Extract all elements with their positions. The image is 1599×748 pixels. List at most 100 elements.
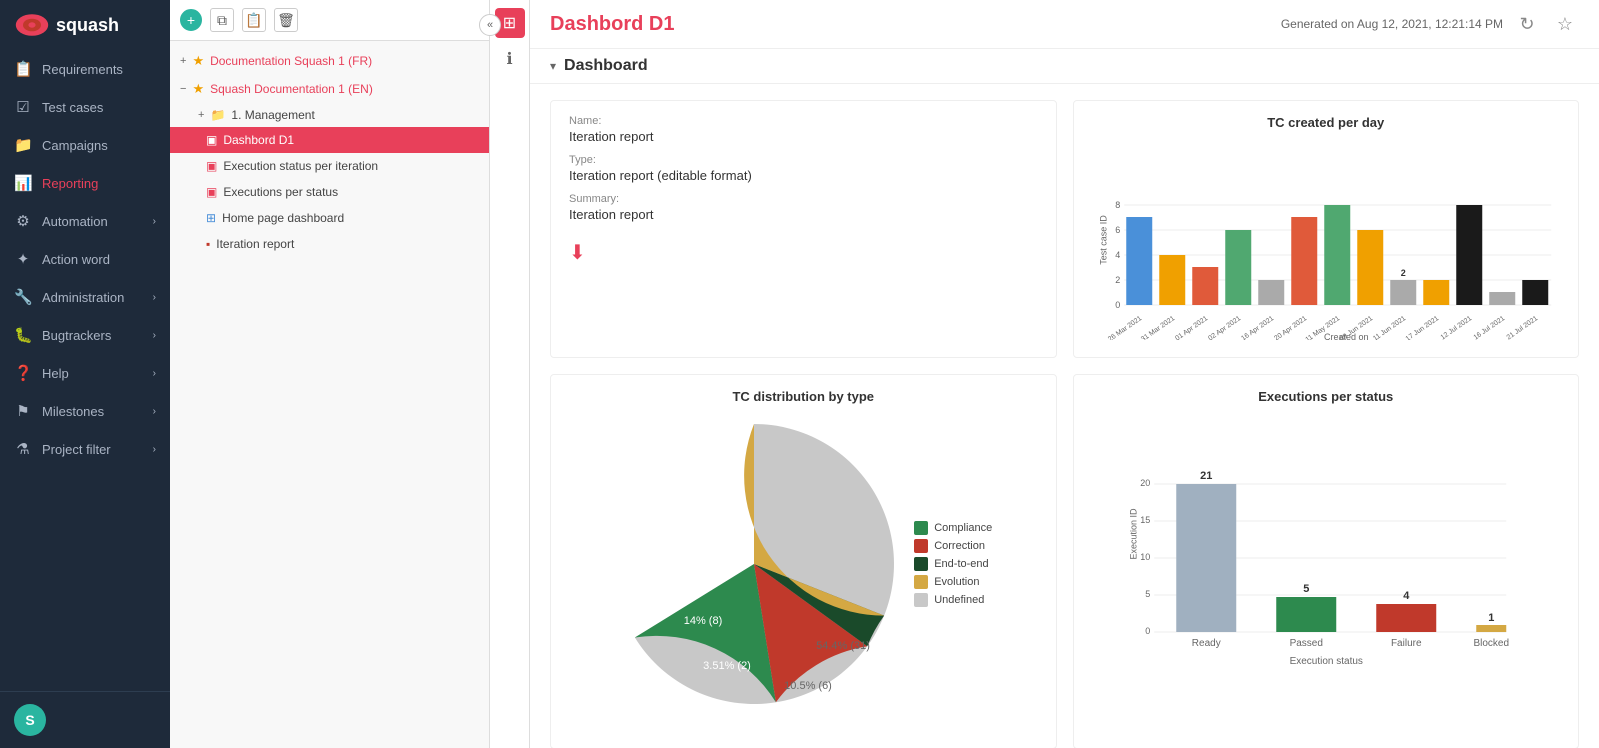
- svg-text:20: 20: [1140, 478, 1150, 488]
- tree-add-button[interactable]: +: [180, 9, 202, 31]
- home-icon-dashboard: ⊞: [206, 211, 216, 225]
- administration-icon: 🔧: [14, 288, 32, 306]
- sidebar: squash 📋 Requirements ☑ Test cases 📁 Cam…: [0, 0, 170, 748]
- type-label: Type:: [569, 154, 1038, 166]
- svg-text:6: 6: [1235, 218, 1240, 228]
- svg-text:31 Mar 2021: 31 Mar 2021: [1140, 315, 1176, 340]
- action-word-icon: ✦: [14, 250, 32, 268]
- info-row-type: Type: Iteration report (editable format): [569, 154, 1038, 183]
- sidebar-item-campaigns[interactable]: 📁 Campaigns: [0, 126, 170, 164]
- refresh-button[interactable]: ↻: [1513, 10, 1541, 38]
- section-chevron[interactable]: ▾: [550, 59, 556, 73]
- sidebar-item-project-filter[interactable]: ⚗ Project filter ›: [0, 430, 170, 468]
- tc-distribution-chart: TC distribution by type: [550, 374, 1057, 748]
- star-icon-proj1: ★: [192, 53, 204, 69]
- info-row-name: Name: Iteration report: [569, 115, 1038, 144]
- svg-text:16 Jul 2021: 16 Jul 2021: [1472, 315, 1506, 340]
- name-label: Name:: [569, 115, 1038, 127]
- tree-paste-button[interactable]: 📋: [242, 8, 266, 32]
- report-name-iteration: Iteration report: [216, 237, 294, 251]
- administration-arrow: ›: [153, 292, 156, 303]
- tree-copy-button[interactable]: ⧉: [210, 8, 234, 32]
- sidebar-item-automation[interactable]: ⚙ Automation ›: [0, 202, 170, 240]
- sidebar-item-help[interactable]: ❓ Help ›: [0, 354, 170, 392]
- sidebar-label-automation: Automation: [42, 214, 108, 229]
- squash-logo-icon: [14, 11, 50, 39]
- svg-text:2: 2: [1268, 268, 1273, 278]
- reporting-icon: 📊: [14, 174, 32, 192]
- svg-text:Test case ID: Test case ID: [1098, 215, 1108, 265]
- svg-text:8: 8: [1334, 193, 1339, 203]
- tree-project-fr[interactable]: + ★ Documentation Squash 1 (FR): [170, 47, 489, 75]
- tree-item-executions-per-status[interactable]: ▣ Executions per status: [170, 179, 489, 205]
- svg-text:5: 5: [1303, 583, 1309, 595]
- svg-text:1: 1: [1488, 612, 1494, 624]
- svg-text:14% (8): 14% (8): [684, 615, 723, 627]
- tree-item-execution-status[interactable]: ▣ Dashboard Execution status per iterati…: [170, 153, 489, 179]
- svg-text:8: 8: [1115, 200, 1120, 210]
- expand-icon-proj1: +: [180, 55, 186, 67]
- svg-text:Execution ID: Execution ID: [1128, 508, 1138, 560]
- tree-item-home-page-dashboard[interactable]: ⊞ Home page dashboard: [170, 205, 489, 231]
- tree-toolbar: + ⧉ 📋 🗑: [170, 0, 489, 41]
- svg-text:Blocked: Blocked: [1473, 638, 1509, 649]
- main-header: Dashbord D1 Generated on Aug 12, 2021, 1…: [530, 0, 1599, 49]
- sidebar-collapse-button[interactable]: «: [479, 14, 501, 36]
- bugtrackers-icon: 🐛: [14, 326, 32, 344]
- folder-name-management: 1. Management: [231, 108, 314, 122]
- tree-item-dashbord-d1[interactable]: ▣ Dashbord D1: [170, 127, 489, 153]
- sidebar-item-test-cases[interactable]: ☑ Test cases: [0, 88, 170, 126]
- sidebar-label-test-cases: Test cases: [42, 100, 103, 115]
- tree-project-en[interactable]: − ★ Squash Documentation 1 (EN): [170, 75, 489, 103]
- svg-text:2: 2: [1433, 268, 1438, 278]
- tc-distribution-title: TC distribution by type: [565, 389, 1042, 404]
- exec-per-status-svg: Execution ID 0 5 10 15 20 21 Ready 5: [1088, 414, 1565, 674]
- sidebar-footer: S: [0, 691, 170, 748]
- sidebar-item-bugtrackers[interactable]: 🐛 Bugtrackers ›: [0, 316, 170, 354]
- svg-text:12 Jul 2021: 12 Jul 2021: [1439, 315, 1473, 340]
- logo-text: squash: [56, 15, 119, 36]
- svg-text:3: 3: [1202, 255, 1207, 265]
- svg-text:Failure: Failure: [1390, 638, 1421, 649]
- help-arrow: ›: [153, 368, 156, 379]
- pie-labels-svg: 54.4% (31) 17.5% (10) 14% (8) 3.51% (2) …: [663, 454, 943, 734]
- svg-text:Created on: Created on: [1323, 332, 1368, 340]
- tree-item-iteration-report[interactable]: ▪ Iteration report: [170, 231, 489, 257]
- sidebar-item-milestones[interactable]: ⚑ Milestones ›: [0, 392, 170, 430]
- svg-text:02 Apr 2021: 02 Apr 2021: [1207, 315, 1242, 340]
- sidebar-item-action-word[interactable]: ✦ Action word: [0, 240, 170, 278]
- svg-text:0: 0: [1115, 300, 1120, 310]
- download-button[interactable]: ⬇: [569, 240, 586, 265]
- campaigns-icon: 📁: [14, 136, 32, 154]
- expand-icon-proj2: −: [180, 83, 186, 95]
- pie-with-labels: 54.4% (31) 17.5% (10) 14% (8) 3.51% (2) …: [565, 454, 1042, 734]
- star-icon-proj2: ★: [192, 81, 204, 97]
- sidebar-navigation: 📋 Requirements ☑ Test cases 📁 Campaigns …: [0, 50, 170, 691]
- side-icon-info[interactable]: ℹ: [495, 44, 525, 74]
- sidebar-label-bugtrackers: Bugtrackers: [42, 328, 111, 343]
- svg-text:Execution status: Execution status: [1289, 656, 1362, 667]
- user-avatar[interactable]: S: [14, 704, 46, 736]
- project-filter-icon: ⚗: [14, 440, 32, 458]
- milestones-icon: ⚑: [14, 402, 32, 420]
- info-row-summary: Summary: Iteration report: [569, 193, 1038, 222]
- svg-text:3.51% (2): 3.51% (2): [703, 660, 751, 672]
- summary-value: Iteration report: [569, 207, 1038, 222]
- svg-text:54.4% (31): 54.4% (31): [816, 640, 870, 652]
- sidebar-label-help: Help: [42, 366, 69, 381]
- header-actions: Generated on Aug 12, 2021, 12:21:14 PM ↻…: [1281, 10, 1579, 38]
- report-name-exec-per-status: Executions per status: [223, 185, 338, 199]
- milestones-arrow: ›: [153, 406, 156, 417]
- sidebar-item-reporting[interactable]: 📊 Reporting: [0, 164, 170, 202]
- bugtrackers-arrow: ›: [153, 330, 156, 341]
- svg-text:7: 7: [1136, 205, 1141, 215]
- sidebar-item-administration[interactable]: 🔧 Administration ›: [0, 278, 170, 316]
- tree-delete-button[interactable]: 🗑: [274, 8, 298, 32]
- automation-icon: ⚙: [14, 212, 32, 230]
- sidebar-label-reporting: Reporting: [42, 176, 98, 191]
- svg-text:6: 6: [1115, 225, 1120, 235]
- tree-folder-management[interactable]: + 📁 1. Management: [170, 103, 489, 127]
- svg-text:2: 2: [1115, 275, 1120, 285]
- favorite-button[interactable]: ☆: [1551, 10, 1579, 38]
- sidebar-item-requirements[interactable]: 📋 Requirements: [0, 50, 170, 88]
